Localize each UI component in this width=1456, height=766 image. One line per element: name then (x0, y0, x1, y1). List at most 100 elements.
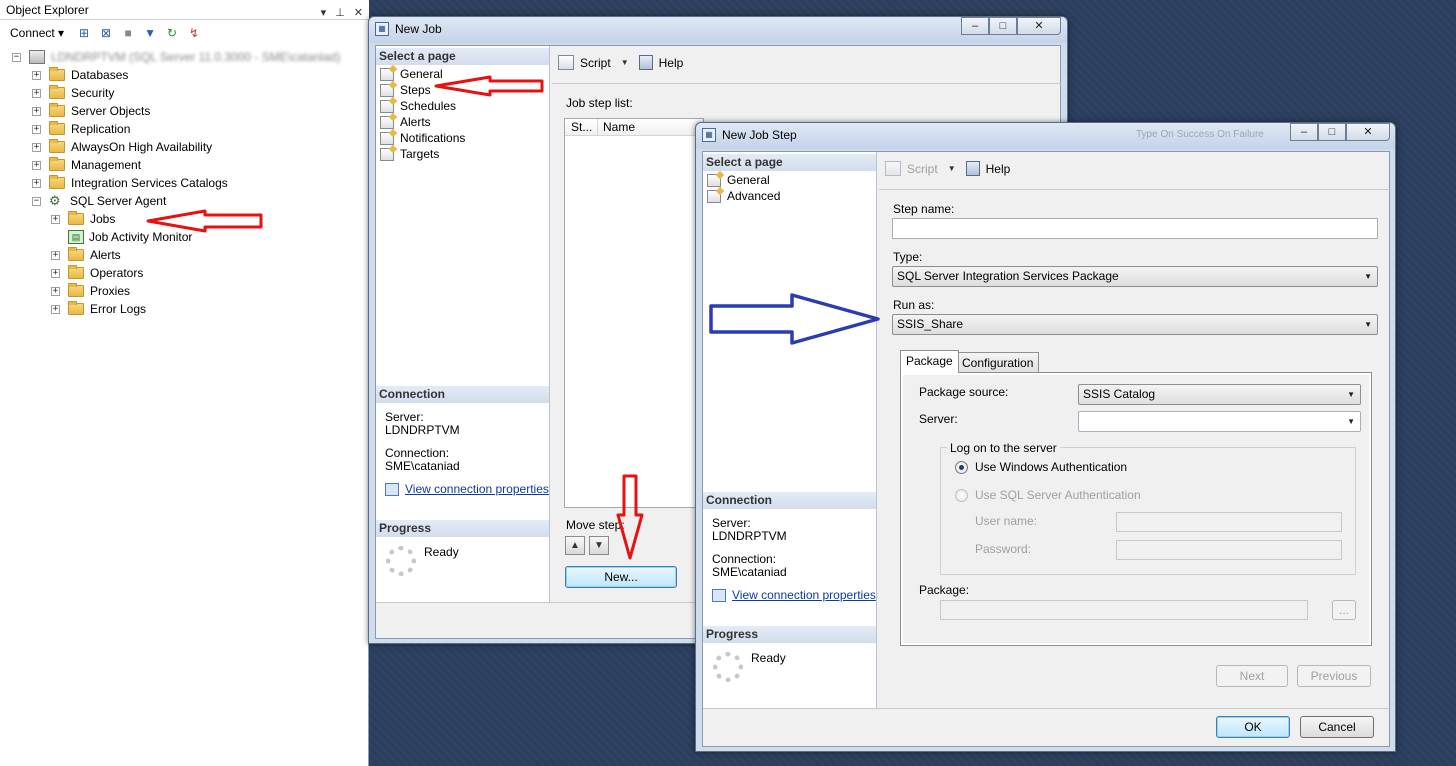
ok-button[interactable]: OK (1216, 716, 1290, 738)
minimize-icon[interactable]: – (1290, 123, 1318, 141)
collapse-icon[interactable]: − (32, 196, 41, 206)
expand-icon[interactable]: + (51, 304, 60, 314)
tree-node-integration-services[interactable]: + Integration Services Catalogs (32, 174, 228, 192)
script-button[interactable]: Script (580, 56, 611, 70)
progress-spinner-icon (713, 652, 743, 682)
page-icon (380, 67, 394, 81)
toolbar-divider (879, 189, 1391, 190)
tree-node-jobs[interactable]: + Jobs (51, 210, 115, 228)
page-label: Alerts (400, 115, 431, 129)
help-button[interactable]: Help (659, 56, 684, 70)
type-select[interactable]: SQL Server Integration Services Package … (892, 266, 1378, 287)
move-up-button[interactable]: ▲ (565, 536, 585, 555)
expand-icon[interactable]: + (51, 250, 60, 260)
expand-icon[interactable]: + (51, 286, 60, 296)
tree-server-node[interactable]: − LDNDRPTVM (SQL Server 11.0.3000 - SME\… (12, 48, 340, 66)
user-name-input[interactable] (1116, 512, 1342, 532)
tree-node-alerts[interactable]: + Alerts (51, 246, 121, 264)
view-connection-properties[interactable]: View connection properties (385, 482, 549, 497)
previous-button[interactable]: Previous (1297, 665, 1371, 687)
expand-icon[interactable]: + (32, 106, 41, 116)
help-button[interactable]: Help (986, 162, 1011, 176)
connect-server-icon[interactable]: ⊞ (76, 25, 92, 41)
chevron-down-icon[interactable]: ▼ (621, 58, 629, 67)
view-connection-properties-link[interactable]: View connection properties (405, 482, 549, 496)
activity-icon[interactable]: ↯ (186, 25, 202, 41)
page-targets[interactable]: Targets (380, 146, 439, 162)
expand-icon[interactable]: + (32, 160, 41, 170)
sql-auth-radio[interactable]: Use SQL Server Authentication (955, 488, 1141, 502)
step-name-input[interactable] (892, 218, 1378, 239)
view-connection-properties[interactable]: View connection properties (712, 588, 876, 603)
maximize-icon[interactable]: □ (989, 17, 1017, 35)
package-source-select[interactable]: SSIS Catalog ▼ (1078, 384, 1361, 405)
disconnect-server-icon[interactable]: ⊠ (98, 25, 114, 41)
package-path-input[interactable] (940, 600, 1308, 620)
expand-icon[interactable]: + (32, 88, 41, 98)
cancel-button[interactable]: Cancel (1300, 716, 1374, 738)
tree-node-label: AlwaysOn High Availability (71, 140, 213, 154)
tree-node-error-logs[interactable]: + Error Logs (51, 300, 146, 318)
view-connection-properties-link[interactable]: View connection properties (732, 588, 876, 602)
page-general[interactable]: General (380, 66, 443, 82)
expand-icon[interactable]: + (51, 214, 60, 224)
window-title: New Job (395, 22, 442, 36)
refresh-icon[interactable]: ↻ (164, 25, 180, 41)
tree-node-replication[interactable]: + Replication (32, 120, 130, 138)
package-source-value: SSIS Catalog (1083, 387, 1156, 401)
close-icon[interactable]: ✕ (1017, 17, 1061, 35)
dropdown-icon[interactable]: ▾ (321, 3, 327, 23)
tree-node-operators[interactable]: + Operators (51, 264, 143, 282)
tree-node-server-objects[interactable]: + Server Objects (32, 102, 150, 120)
move-down-button[interactable]: ▼ (589, 536, 609, 555)
next-button[interactable]: Next (1216, 665, 1288, 687)
close-icon[interactable]: ✕ (354, 3, 363, 23)
tree-node-management[interactable]: + Management (32, 156, 141, 174)
expand-icon[interactable]: + (32, 178, 41, 188)
windows-auth-radio[interactable]: Use Windows Authentication (955, 460, 1127, 474)
expand-icon[interactable]: + (32, 70, 41, 80)
page-icon (380, 99, 394, 113)
server-label: Server: (919, 412, 958, 426)
tab-configuration[interactable]: Configuration (956, 352, 1040, 373)
script-button[interactable]: Script (907, 162, 938, 176)
server-select[interactable]: ▼ (1078, 411, 1361, 432)
filter-icon[interactable]: ▼ (142, 25, 158, 41)
tab-package[interactable]: Package (900, 350, 959, 373)
close-icon[interactable]: ✕ (1346, 123, 1390, 141)
page-general[interactable]: General (707, 172, 770, 188)
expand-icon[interactable]: + (32, 124, 41, 134)
page-steps[interactable]: Steps (380, 82, 431, 98)
new-job-step-titlebar: ▦ New Job Step Type On Success On Failur… (696, 123, 1395, 149)
chevron-down-icon[interactable]: ▼ (948, 164, 956, 173)
footer-divider (703, 708, 1391, 709)
page-schedules[interactable]: Schedules (380, 98, 456, 114)
tree-node-sql-server-agent[interactable]: − ⚙ SQL Server Agent (32, 192, 166, 210)
new-step-button[interactable]: New... (565, 566, 677, 588)
tree-node-alwayson[interactable]: + AlwaysOn High Availability (32, 138, 212, 156)
window-title: New Job Step (722, 128, 797, 142)
minimize-icon[interactable]: – (961, 17, 989, 35)
tree-node-proxies[interactable]: + Proxies (51, 282, 130, 300)
page-advanced[interactable]: Advanced (707, 188, 780, 204)
column-step[interactable]: St... (571, 119, 592, 135)
run-as-select[interactable]: SSIS_Share ▼ (892, 314, 1378, 335)
tree-node-security[interactable]: + Security (32, 84, 114, 102)
browse-package-button[interactable]: ... (1332, 600, 1356, 620)
column-name[interactable]: Name (603, 119, 635, 135)
maximize-icon[interactable]: □ (1318, 123, 1346, 141)
stop-icon[interactable]: ■ (120, 25, 136, 41)
tree-node-databases[interactable]: + Databases (32, 66, 128, 84)
faded-header-text: Type On Success On Failure (1136, 129, 1264, 140)
collapse-icon[interactable]: − (12, 52, 21, 62)
tree-node-job-activity-monitor[interactable]: ▤ Job Activity Monitor (68, 228, 192, 246)
connect-button[interactable]: Connect ▾ (10, 26, 64, 40)
job-step-list[interactable]: St... Name (564, 118, 704, 508)
folder-icon (68, 301, 84, 315)
expand-icon[interactable]: + (32, 142, 41, 152)
pin-icon[interactable]: ⊥ (335, 3, 345, 23)
tree-node-label: Databases (71, 68, 129, 82)
expand-icon[interactable]: + (51, 268, 60, 278)
page-alerts[interactable]: Alerts (380, 114, 431, 130)
password-input[interactable] (1116, 540, 1342, 560)
